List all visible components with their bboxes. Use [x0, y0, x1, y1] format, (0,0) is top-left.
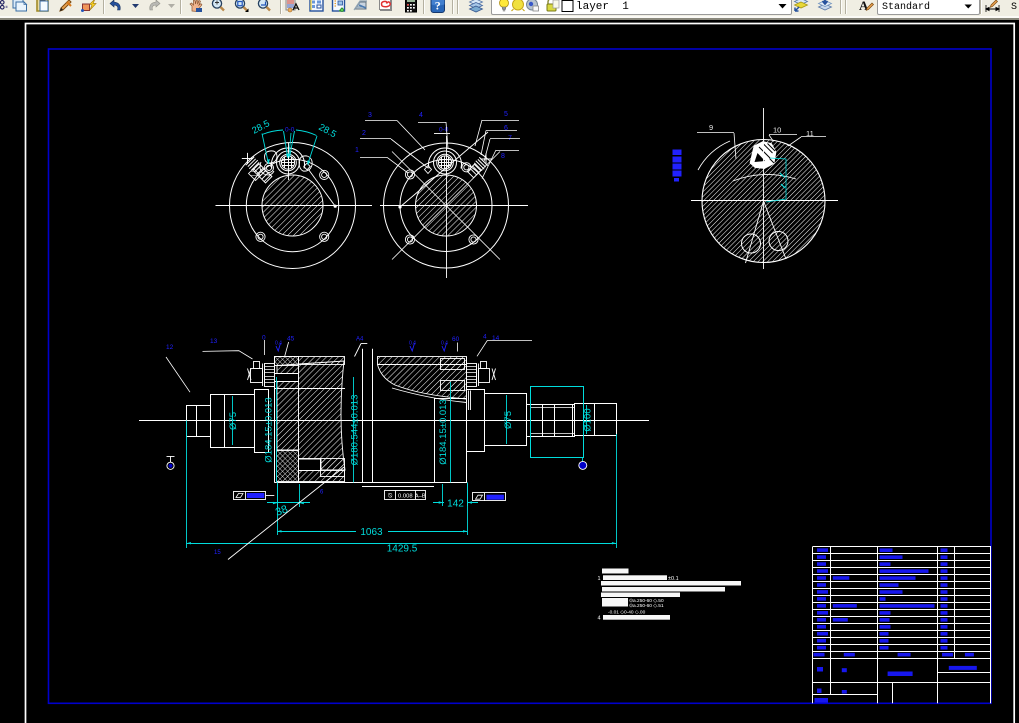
svg-text:0.008: 0.008	[398, 493, 413, 499]
svg-text:0-0: 0-0	[285, 127, 295, 134]
svg-text:6: 6	[504, 125, 508, 132]
svg-text:13: 13	[210, 338, 218, 345]
svg-text:1429.5: 1429.5	[387, 544, 418, 555]
svg-text:0-0: 0-0	[439, 127, 449, 134]
svg-text:1063: 1063	[360, 527, 383, 538]
svg-text:Ø184.15±0.013: Ø184.15±0.013	[438, 399, 449, 464]
svg-text:14: 14	[492, 335, 500, 342]
svg-text:45: 45	[287, 336, 295, 343]
svg-text:0.4: 0.4	[409, 341, 416, 347]
svg-text:15: 15	[214, 550, 221, 556]
svg-text:3: 3	[368, 112, 372, 119]
svg-text:A–B: A–B	[415, 493, 426, 499]
svg-text:2: 2	[362, 130, 366, 137]
svg-text:?: ?	[435, 0, 441, 13]
svg-text:⊙a.250-60 ◇.51: ⊙a.250-60 ◇.51	[629, 603, 664, 609]
svg-text:Ø75: Ø75	[503, 411, 514, 429]
svg-text:0: 0	[262, 335, 266, 342]
svg-text:⍉: ⍉	[388, 493, 392, 500]
svg-text:-0.01 ◇0-40 ◇.00: -0.01 ◇0-40 ◇.00	[608, 610, 646, 616]
svg-text:0.4: 0.4	[441, 341, 448, 347]
svg-text:Ø180.544±0.013: Ø180.544±0.013	[350, 395, 361, 466]
svg-text:5: 5	[504, 111, 508, 118]
svg-text:10: 10	[773, 126, 781, 135]
svg-text:A4: A4	[356, 337, 364, 343]
svg-text:4: 4	[483, 334, 487, 341]
svg-text:1: 1	[355, 147, 359, 154]
svg-text:60: 60	[452, 336, 460, 343]
svg-text:12: 12	[166, 344, 174, 351]
svg-text:0.4: 0.4	[275, 341, 282, 347]
svg-text:Ø100: Ø100	[583, 408, 594, 431]
svg-text:9: 9	[709, 123, 713, 132]
svg-text:142: 142	[447, 499, 464, 510]
svg-text:4: 4	[419, 112, 423, 119]
svg-text:Ø75: Ø75	[228, 412, 239, 430]
svg-text:1: 1	[598, 576, 601, 582]
svg-text:4: 4	[598, 616, 601, 622]
svg-text:A: A	[859, 0, 869, 13]
svg-text:8: 8	[501, 153, 505, 160]
svg-text:Ø184.15±0.013: Ø184.15±0.013	[264, 397, 275, 462]
